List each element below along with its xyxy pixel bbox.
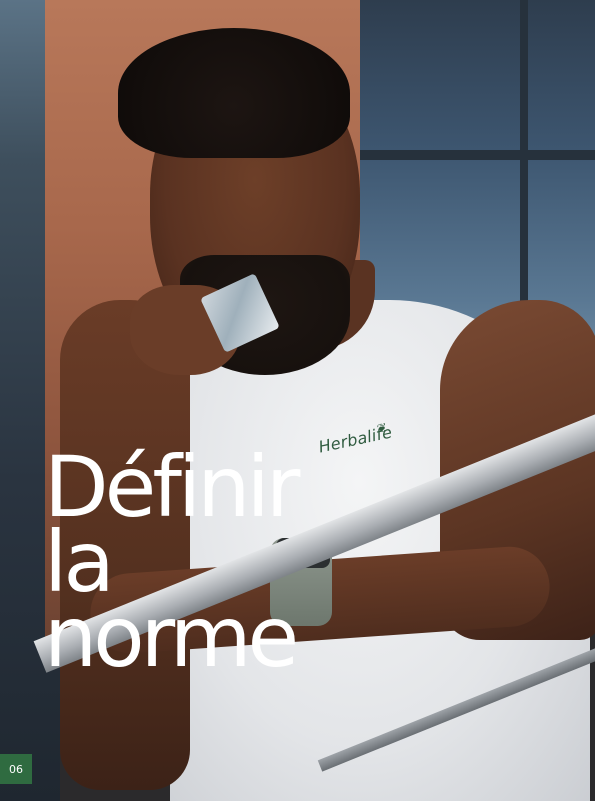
page-number-badge: 06 <box>0 754 32 784</box>
window-frame-vertical <box>520 0 528 330</box>
headline-line-3: norme <box>44 588 299 686</box>
page-headline: Définir la norme <box>44 445 300 686</box>
window-frame <box>360 150 595 160</box>
man-hair <box>118 28 350 158</box>
brochure-page: Herbalife ❦ Définir la norme 06 <box>0 0 595 801</box>
